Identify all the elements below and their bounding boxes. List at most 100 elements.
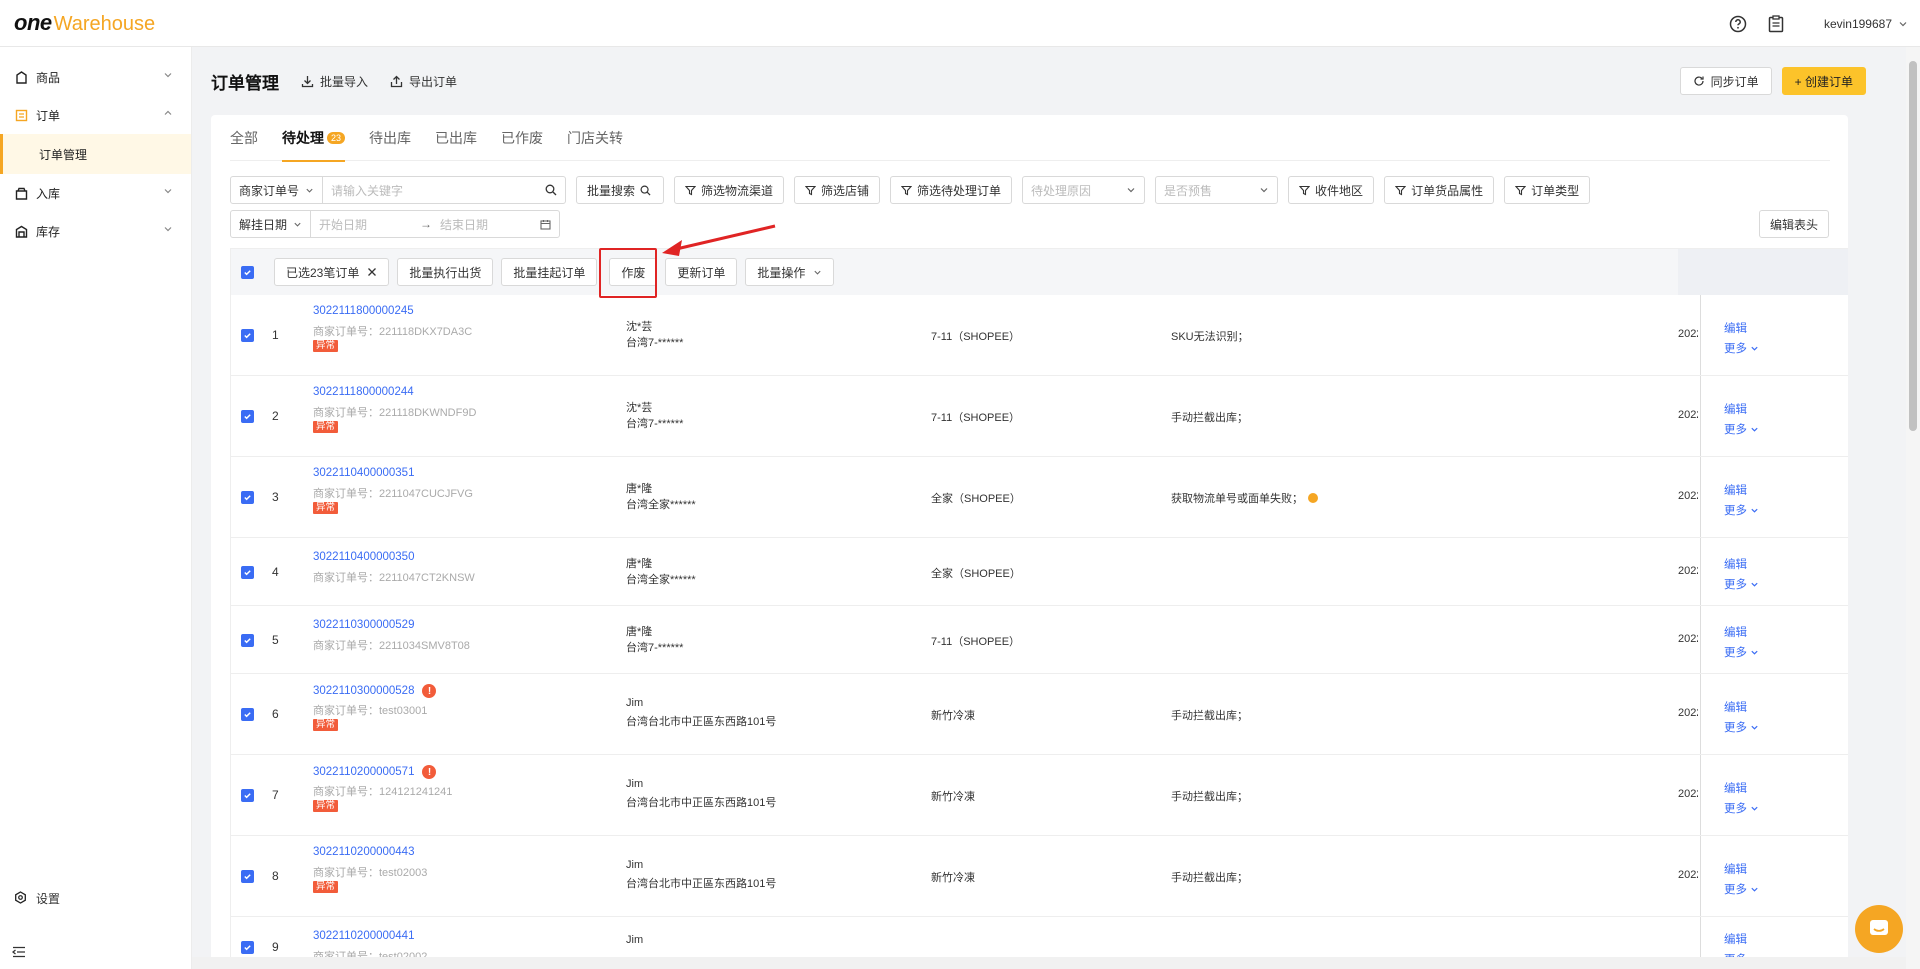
more-dropdown[interactable]: 更多	[1724, 421, 1759, 437]
horizontal-scrollbar[interactable]	[192, 957, 1906, 969]
end-date-input[interactable]: 结束日期	[432, 211, 532, 237]
more-dropdown[interactable]: 更多	[1724, 576, 1759, 592]
row-checkbox[interactable]	[241, 789, 254, 802]
more-dropdown[interactable]: 更多	[1724, 800, 1759, 816]
sidebar-item-order-management[interactable]: 订单管理	[0, 134, 191, 174]
filter-pending-button[interactable]: 筛选待处理订单	[890, 176, 1013, 204]
sidebar-item-orders[interactable]: 订单	[0, 96, 191, 134]
edit-link[interactable]: 编辑	[1724, 931, 1747, 947]
search-field-select[interactable]: 商家订单号	[231, 177, 322, 203]
more-dropdown[interactable]: 更多	[1724, 881, 1759, 897]
date-type-select[interactable]: 解挂日期	[231, 211, 310, 237]
bulk-import-button[interactable]: 批量导入	[301, 73, 368, 90]
edit-table-header-button[interactable]: 编辑表头	[1758, 210, 1829, 238]
select-all-checkbox[interactable]	[241, 265, 254, 279]
filter-order-type-button[interactable]: 订单类型	[1504, 176, 1591, 204]
sync-orders-button[interactable]: 同步订单	[1679, 67, 1772, 95]
sidebar-item-inbound[interactable]: 入库	[0, 174, 191, 212]
operation-column: 编辑 更多	[1700, 674, 1848, 754]
edit-link[interactable]: 编辑	[1724, 699, 1747, 715]
row-checkbox[interactable]	[241, 940, 254, 954]
edit-link[interactable]: 编辑	[1724, 482, 1747, 498]
edit-link[interactable]: 编辑	[1724, 320, 1747, 336]
bulk-ship-button[interactable]: 批量执行出货	[397, 258, 494, 286]
tab-pending[interactable]: 待处理 23	[282, 115, 346, 162]
bulk-hang-label: 批量挂起订单	[513, 265, 586, 280]
edit-link[interactable]: 编辑	[1724, 401, 1747, 417]
row-index: 4	[272, 564, 279, 579]
pending-reason-select[interactable]: 待处理原因	[1022, 176, 1146, 204]
clipboard-icon[interactable]	[1766, 14, 1786, 34]
row-checkbox[interactable]	[241, 410, 254, 423]
logistics-channel: 新竹冷凍	[931, 791, 975, 803]
row-index: 1	[272, 328, 279, 342]
more-dropdown[interactable]: 更多	[1724, 502, 1759, 518]
order-number-link[interactable]: 3022110200000441	[313, 930, 414, 942]
more-dropdown[interactable]: 更多	[1724, 644, 1759, 660]
chat-support-button[interactable]	[1855, 905, 1903, 953]
filter-label: 收件地区	[1315, 183, 1364, 198]
row-checkbox[interactable]	[241, 870, 254, 883]
sidebar-item-products[interactable]: 商品	[0, 58, 191, 96]
create-order-button[interactable]: + 创建订单	[1781, 67, 1866, 95]
row-checkbox[interactable]	[241, 491, 254, 504]
app-logo[interactable]: one Warehouse	[14, 10, 155, 36]
selected-count-chip[interactable]: 已选23笔订单	[274, 258, 390, 286]
tab-all[interactable]: 全部	[230, 115, 258, 161]
row-checkbox[interactable]	[241, 708, 254, 721]
filter-logistics-button[interactable]: 筛选物流渠道	[674, 176, 785, 204]
order-number-link[interactable]: 3022110300000528!	[313, 684, 437, 698]
edit-link[interactable]: 编辑	[1724, 624, 1747, 640]
sidebar-item-settings[interactable]: 设置	[0, 879, 60, 917]
filter-goods-attr-button[interactable]: 订单货品属性	[1384, 176, 1495, 204]
order-number-link[interactable]: 3022110400000350	[313, 551, 414, 563]
edit-link[interactable]: 编辑	[1724, 861, 1747, 877]
bulk-ops-dropdown[interactable]: 批量操作	[745, 258, 835, 286]
order-number-link[interactable]: 3022110400000351	[313, 467, 414, 479]
recipient-name: 唐*隆	[626, 483, 653, 495]
filter-region-button[interactable]: 收件地区	[1288, 176, 1375, 204]
order-number-link[interactable]: 3022111800000245	[313, 305, 414, 317]
order-number-link[interactable]: 3022110300000529	[313, 619, 414, 631]
tab-to-ship[interactable]: 待出库	[369, 115, 411, 161]
edit-link[interactable]: 编辑	[1724, 556, 1747, 572]
update-order-button[interactable]: 更新订单	[665, 258, 738, 286]
tab-voided[interactable]: 已作废	[501, 115, 543, 161]
help-icon[interactable]	[1728, 14, 1748, 34]
close-icon[interactable]	[367, 267, 377, 277]
void-button-highlight	[599, 248, 657, 298]
more-dropdown[interactable]: 更多	[1724, 719, 1759, 735]
calendar-icon[interactable]	[532, 211, 559, 237]
order-number-link[interactable]: 3022111800000244	[313, 386, 414, 398]
row-checkbox[interactable]	[241, 329, 254, 342]
batch-search-button[interactable]: 批量搜索	[576, 176, 664, 204]
row-checkbox[interactable]	[241, 633, 254, 647]
order-number-link[interactable]: 3022110200000443	[313, 846, 414, 858]
pending-reason-text: 手动拦截出库；	[1171, 872, 1248, 884]
export-orders-button[interactable]: 导出订单	[390, 73, 457, 90]
scrollbar-thumb[interactable]	[1909, 61, 1917, 431]
tab-store-transfer[interactable]: 门店关转	[567, 115, 623, 161]
merchant-order-no: 商家订单号：test03001	[313, 705, 428, 717]
info-dot-icon[interactable]	[1308, 493, 1318, 503]
search-icon[interactable]	[537, 177, 565, 203]
more-dropdown[interactable]: 更多	[1724, 340, 1759, 356]
filter-icon	[901, 185, 913, 195]
search-input[interactable]: 请输入关键字	[322, 177, 537, 203]
presale-select[interactable]: 是否预售	[1155, 176, 1279, 204]
vertical-scrollbar[interactable]	[1906, 47, 1920, 969]
start-date-input[interactable]: 开始日期	[310, 211, 420, 237]
tab-label: 已出库	[435, 129, 478, 146]
order-number-link[interactable]: 3022110200000571!	[313, 765, 437, 779]
tab-shipped[interactable]: 已出库	[435, 115, 477, 161]
sidebar-item-inventory[interactable]: 库存	[0, 212, 191, 250]
row-checkbox[interactable]	[241, 565, 254, 579]
bulk-hang-button[interactable]: 批量挂起订单	[501, 258, 598, 286]
user-menu[interactable]: kevin199687	[1824, 17, 1908, 31]
filter-store-button[interactable]: 筛选店铺	[794, 176, 881, 204]
operation-column: 编辑 更多	[1700, 295, 1848, 375]
edit-link[interactable]: 编辑	[1724, 780, 1747, 796]
collapse-sidebar-icon[interactable]	[11, 946, 26, 961]
warning-icon[interactable]: !	[422, 765, 437, 779]
warning-icon[interactable]: !	[422, 684, 437, 698]
